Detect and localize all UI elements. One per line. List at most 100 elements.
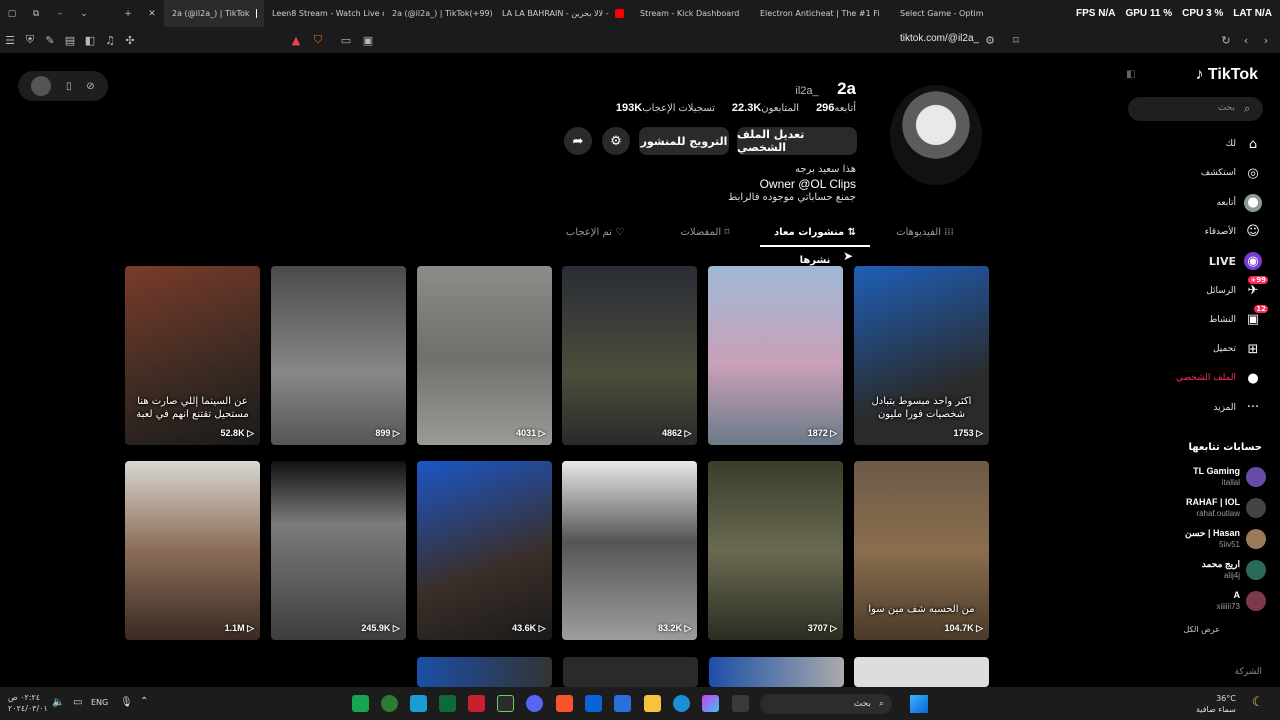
sidebar-item-compass[interactable]: استكشف ◎ bbox=[1120, 161, 1270, 185]
followed-account[interactable]: حسن | Hasan 5iiv51 bbox=[1120, 525, 1272, 553]
sidebar-item-home[interactable]: لك ⌂ bbox=[1120, 132, 1270, 156]
collapse-sidebar-icon[interactable]: ◧ bbox=[1126, 69, 1135, 80]
puzzle-icon[interactable]: ✣ bbox=[120, 34, 140, 47]
video-thumbnail[interactable]: 245.9K ▷ bbox=[270, 461, 406, 640]
microphone-icon[interactable]: 🎙 bbox=[120, 697, 133, 708]
excel-icon[interactable] bbox=[439, 695, 456, 712]
tab-liked[interactable]: ♡ تم الإعجاب bbox=[540, 219, 650, 247]
reload-icon[interactable]: ↻ bbox=[1216, 34, 1236, 47]
search-icon[interactable]: ⌕ bbox=[1244, 102, 1250, 116]
followed-account[interactable]: RAHAF | IOL rahaf.outlaw bbox=[1120, 494, 1272, 522]
settings-button[interactable]: ⚙ bbox=[602, 127, 630, 155]
mail-icon[interactable] bbox=[585, 695, 602, 712]
window-restore-icon[interactable]: ⧉ bbox=[24, 9, 48, 19]
copilot-icon[interactable] bbox=[702, 695, 719, 712]
browser-tab[interactable]: Stream - Kick Dashboard bbox=[632, 0, 752, 27]
network-icon[interactable]: ▭ bbox=[73, 697, 82, 708]
brave-browser-icon[interactable] bbox=[556, 695, 573, 712]
edit-profile-button[interactable]: تعديل الملف الشخصي bbox=[737, 127, 857, 155]
video-thumbnail[interactable]: 4031 ▷ bbox=[416, 266, 552, 445]
promote-post-button[interactable]: الترويج للمنشور bbox=[639, 127, 729, 155]
url-field[interactable]: tiktok.com/@il2a_ bbox=[900, 33, 979, 44]
search-input[interactable]: بحث bbox=[1128, 97, 1263, 121]
video-thumbnail[interactable]: 1872 ▷ bbox=[708, 266, 844, 445]
brave-rewards-icon[interactable]: ▲ bbox=[286, 34, 306, 47]
sidebar-item-profile[interactable]: الملف الشخصي ● bbox=[1120, 366, 1270, 390]
weather-widget[interactable]: 36°C سماء صافية bbox=[1196, 693, 1236, 715]
video-thumbnail-partial[interactable] bbox=[563, 657, 698, 687]
video-thumbnail[interactable]: عن السينما إللي صارت هنا مستحيل تقتنع ان… bbox=[125, 266, 260, 445]
company-link[interactable]: الشركة bbox=[1120, 667, 1270, 677]
task-view-icon[interactable] bbox=[732, 695, 749, 712]
brave-shield-icon[interactable]: ⛉ bbox=[308, 33, 328, 47]
stat-item[interactable]: تسجيلات الإعجاب193K bbox=[613, 102, 715, 114]
sidebar-item-activity[interactable]: النشاط ▣ 12 bbox=[1120, 304, 1270, 332]
start-button[interactable] bbox=[910, 695, 928, 713]
app-icon-5[interactable] bbox=[468, 695, 485, 712]
video-thumbnail[interactable]: 899 ▷ bbox=[270, 266, 406, 445]
browser-tab[interactable]: 2a (@il2a_) | TikTok(+99) bbox=[384, 0, 494, 27]
edge-icon[interactable] bbox=[673, 695, 690, 712]
bookmark-icon[interactable]: ⌑ bbox=[1006, 34, 1026, 47]
clock[interactable]: ٠٢:٢٤ ص ٢٠٢٤/٠٣/٠١ bbox=[8, 692, 48, 714]
steam-icon[interactable] bbox=[410, 695, 427, 712]
video-thumbnail[interactable]: 3707 ▷ bbox=[708, 461, 844, 640]
sidebar-icon[interactable]: ◧ bbox=[80, 34, 100, 47]
tray-chevron-icon[interactable]: ⌃ bbox=[140, 696, 148, 707]
sidebar-item-live[interactable]: LIVE ◉ bbox=[1120, 249, 1270, 273]
tab-list-icon[interactable]: ⌄ bbox=[72, 9, 96, 19]
stat-item[interactable]: أتابعه296 bbox=[813, 102, 856, 114]
music-icon[interactable]: ♫ bbox=[100, 34, 120, 47]
toolbar-avatar-icon[interactable] bbox=[31, 76, 52, 96]
app-icon-6[interactable] bbox=[497, 695, 514, 712]
tab-videos[interactable]: ⁞⁞⁞ الفيديوهات bbox=[870, 219, 980, 247]
phone-icon[interactable]: ▯ bbox=[66, 81, 72, 92]
discord-icon[interactable] bbox=[526, 695, 543, 712]
video-thumbnail-partial[interactable] bbox=[417, 657, 552, 687]
shield-icon[interactable]: ⛨ bbox=[20, 33, 40, 47]
tiktok-logo[interactable]: ♪ TikTok bbox=[1195, 66, 1258, 84]
video-thumbnail[interactable]: 43.6K ▷ bbox=[416, 461, 552, 640]
extension-icon[interactable]: ✎ bbox=[40, 34, 60, 47]
app-icon-2[interactable] bbox=[381, 695, 398, 712]
tab-grid-icon[interactable]: ▤ bbox=[60, 34, 80, 47]
sidebar-item-friends[interactable]: الأصدقاء ☺ bbox=[1120, 220, 1270, 244]
see-all-link[interactable]: عرض الكل bbox=[1120, 625, 1220, 634]
browser-tab[interactable]: 2a (@il2a_) | TikTok bbox=[164, 0, 264, 27]
close-tab-icon[interactable]: ✕ bbox=[140, 9, 164, 19]
sidebar-toggle-icon[interactable]: ▢ bbox=[0, 9, 24, 19]
store-icon[interactable] bbox=[614, 695, 631, 712]
video-thumbnail[interactable]: 1.1M ▷ bbox=[125, 461, 260, 640]
video-thumbnail[interactable]: 4862 ▷ bbox=[562, 266, 698, 445]
speaker-icon[interactable]: 🔈 bbox=[52, 697, 64, 708]
video-thumbnail[interactable]: من الحسبه شف مين سوا 104.7K ▷ bbox=[854, 461, 989, 640]
app-icon-1[interactable] bbox=[352, 695, 369, 712]
menu-icon[interactable]: ☰ bbox=[0, 34, 20, 47]
browser-tab[interactable]: Select Game - Optim bbox=[892, 0, 992, 27]
sidebar-item-upload[interactable]: تحميل ⊞ bbox=[1120, 337, 1270, 361]
forward-icon[interactable]: › bbox=[1256, 34, 1276, 47]
file-explorer-icon[interactable] bbox=[644, 695, 661, 712]
stat-item[interactable]: المتابعون22.3K bbox=[729, 102, 799, 114]
compass-small-icon[interactable]: ⊘ bbox=[86, 81, 94, 92]
browser-tab[interactable]: Leen8 Stream - Watch Live on bbox=[264, 0, 384, 27]
followed-account[interactable]: اريج محمد alij4j bbox=[1120, 556, 1272, 584]
cast-icon[interactable]: ▭ bbox=[336, 34, 356, 47]
sidebar-item-messages[interactable]: الرسائل ✈ +99 bbox=[1120, 275, 1270, 303]
browser-tab[interactable]: Electron Anticheat | The #1 Fi bbox=[752, 0, 892, 27]
video-thumbnail-partial[interactable] bbox=[854, 657, 989, 687]
browser-tab[interactable]: LA LA BAHRAIN - لالا بحرين - bbox=[494, 0, 632, 27]
back-icon[interactable]: ‹ bbox=[1236, 34, 1256, 47]
sidebar-item-following[interactable]: أتابعه ● bbox=[1120, 191, 1270, 215]
tab-favorites[interactable]: ⌑ المفضلات bbox=[650, 219, 760, 247]
taskbar-search[interactable]: بحث ⌕ bbox=[760, 694, 892, 714]
sidebar-item-more[interactable]: المزيد ··· bbox=[1120, 396, 1270, 420]
video-thumbnail[interactable]: اكثر واحد مبسوط بتبادل شخصيات فورا مليون… bbox=[854, 266, 989, 445]
screenshot-icon[interactable]: ▣ bbox=[358, 34, 378, 47]
video-thumbnail[interactable]: 83.2K ▷ bbox=[562, 461, 698, 640]
language-indicator[interactable]: ENG bbox=[91, 698, 108, 707]
tab-reposts[interactable]: ⇅ منشورات معاد نشرها bbox=[760, 219, 870, 266]
followed-account[interactable]: TL Gaming itallal bbox=[1120, 463, 1272, 491]
share-button[interactable]: ➦ bbox=[564, 127, 592, 155]
followed-account[interactable]: Axiiiiii73 bbox=[1120, 587, 1272, 615]
